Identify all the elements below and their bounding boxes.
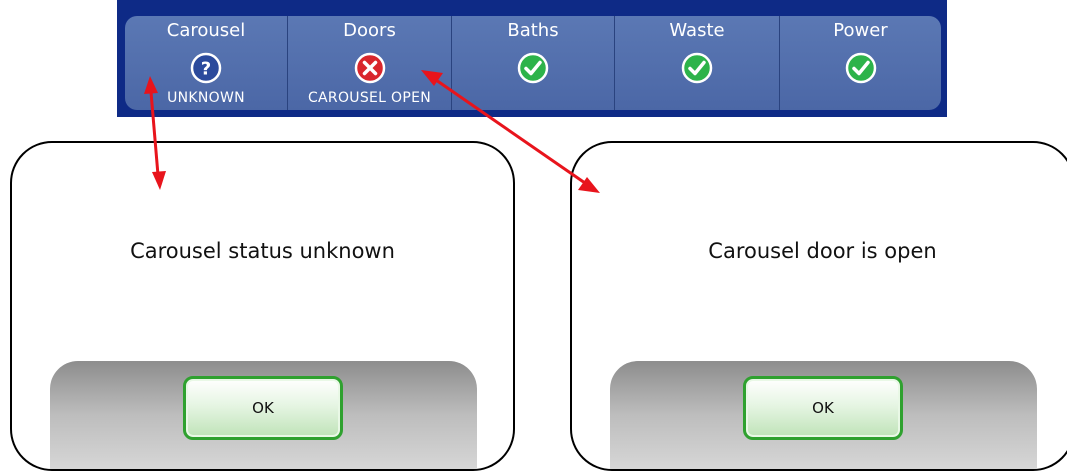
check-icon [845,52,876,84]
svg-text:?: ? [201,59,211,80]
status-tile-carousel[interactable]: Carousel ? UNKNOWN [125,16,288,110]
check-icon [517,52,549,84]
status-tile-power[interactable]: Power [780,16,941,110]
dialog-message: Carousel door is open [708,239,937,263]
check-icon [681,52,713,84]
status-tile-doors[interactable]: Doors CAROUSEL OPEN [288,16,452,110]
question-icon: ? [190,52,222,84]
tile-status: UNKNOWN [167,90,245,106]
dialog-carousel-status-unknown: Carousel status unknown OK [10,141,515,471]
status-tile-waste[interactable]: Waste [615,16,780,110]
tile-status: CAROUSEL OPEN [307,90,431,106]
ok-button[interactable]: OK [743,376,903,440]
tile-title: Doors [343,20,396,41]
dialog-footer: OK [610,361,1037,469]
error-x-icon [354,52,385,84]
dialog-footer: OK [50,361,477,469]
dialog-carousel-door-open: Carousel door is open OK [570,141,1067,471]
tile-title: Waste [669,20,725,41]
tile-title: Power [833,20,888,41]
dialog-message: Carousel status unknown [130,239,395,263]
tile-title: Carousel [166,20,246,41]
status-tile-baths[interactable]: Baths [452,16,615,110]
tile-title: Baths [507,20,559,41]
status-bar: Carousel ? UNKNOWN Doors CAROUSEL OPEN B… [117,0,947,117]
ok-button[interactable]: OK [183,376,343,440]
